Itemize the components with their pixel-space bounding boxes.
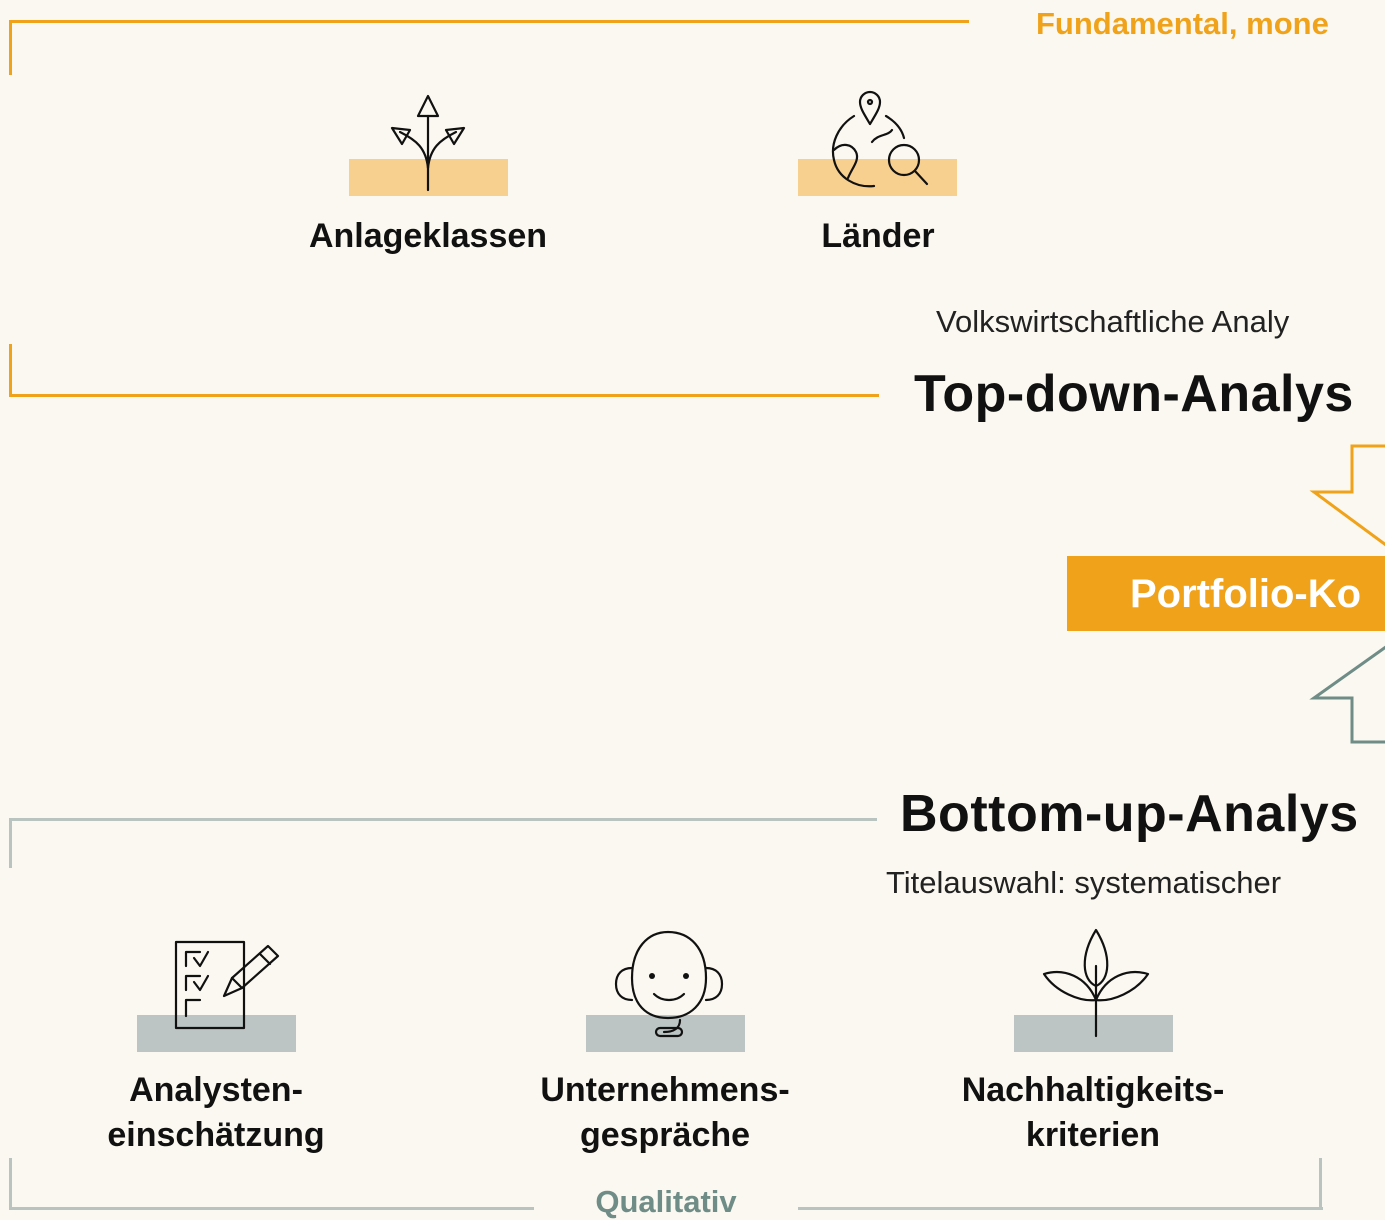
bottom-bracket-right-tick — [1319, 1158, 1322, 1210]
up-arrow-grey — [1309, 645, 1385, 744]
checklist-pen-icon — [174, 940, 280, 1030]
bottom-bracket-top-line — [9, 818, 877, 821]
bottom-bracket-bottom-line-left — [9, 1207, 534, 1210]
bottom-subtitle: Titelauswahl: systematischer — [886, 865, 1282, 900]
item-label: Länder — [821, 217, 935, 255]
top-down-heading: Top-down-Analys — [914, 365, 1354, 423]
top-bracket-caption: Fundamental, mone — [1036, 6, 1329, 41]
item-label-line2: gespräche — [579, 1116, 751, 1154]
bottom-bracket-caption: Qualitativ — [595, 1184, 737, 1219]
bottom-bracket-left-bottom-tick — [9, 1158, 12, 1210]
item-label-line2: einschätzung — [107, 1116, 325, 1154]
item-label: Anlageklassen — [308, 217, 548, 255]
top-bracket-top-line — [9, 20, 969, 23]
branching-arrows-icon — [390, 94, 466, 192]
portfolio-label: Portfolio-Ko — [1130, 572, 1362, 616]
item-label-line1: Nachhaltigkeits- — [961, 1071, 1225, 1109]
bottom-bracket-bottom-line-right — [798, 1207, 1323, 1210]
bottom-bracket-left-top-tick — [9, 818, 12, 868]
top-bracket-bottom-tick — [9, 344, 12, 397]
top-bracket-left-tick — [9, 20, 12, 75]
portfolio-box: Portfolio-Ko — [1067, 556, 1385, 631]
item-label-line1: Analysten- — [129, 1071, 303, 1109]
item-label-line1: Unternehmens- — [540, 1071, 790, 1109]
sprout-icon — [1042, 928, 1150, 1038]
globe-search-icon — [831, 90, 929, 188]
top-subtitle: Volkswirtschaftliche Analy — [936, 304, 1290, 339]
down-arrow-orange — [1309, 444, 1385, 547]
headset-face-icon — [614, 930, 724, 1038]
item-label-line2: kriterien — [1025, 1116, 1161, 1154]
top-bracket-bottom-line — [9, 394, 879, 397]
bottom-up-heading: Bottom-up-Analys — [900, 785, 1359, 843]
